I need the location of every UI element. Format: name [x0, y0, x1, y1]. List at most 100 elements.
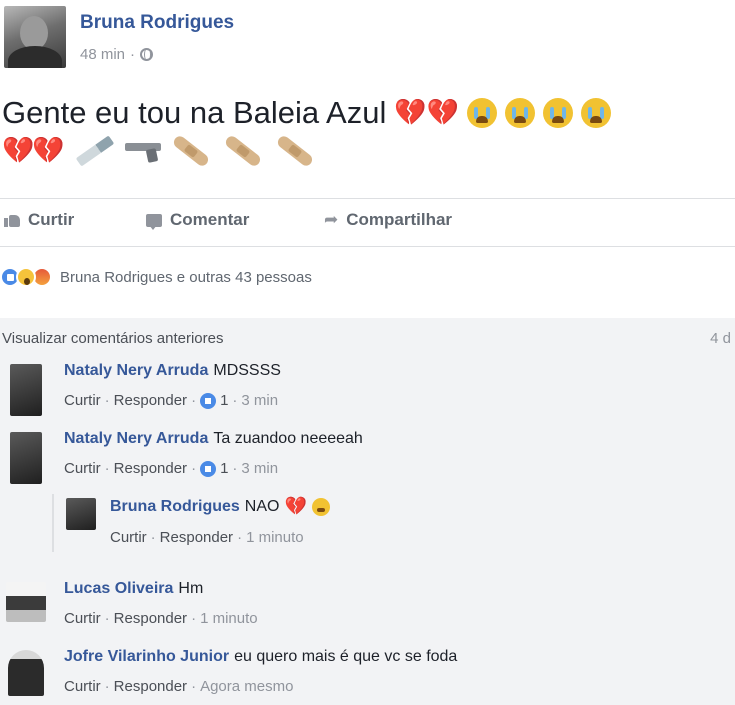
action-bar: Curtir Comentar ➦ Compartilhar	[0, 200, 735, 244]
comment-meta: Curtir · Responder · 1 · 3 min	[64, 392, 281, 409]
comment-text: Ta zuandoo neeeeah	[213, 430, 363, 447]
comment-meta: Curtir · Responder · 1 · 3 min	[64, 460, 363, 477]
meta-separator: ·	[104, 460, 110, 477]
crying-face-icon	[311, 497, 330, 516]
crying-face-icon	[543, 98, 574, 128]
like-button[interactable]: Curtir	[4, 210, 74, 230]
comment-line: Bruna Rodrigues NAO 💔	[110, 496, 330, 517]
post-text-content: Gente eu tou na Baleia Azul	[2, 95, 387, 130]
comment-reply-link[interactable]: Responder	[114, 460, 187, 477]
like-icon	[4, 213, 20, 227]
commenter-name[interactable]: Nataly Nery Arruda	[64, 362, 208, 380]
avatar-face	[20, 16, 48, 50]
crying-face-icon	[467, 98, 498, 128]
avatar-shoulders	[8, 46, 62, 68]
comment-time[interactable]: 1 minuto	[200, 610, 258, 627]
comment-line: Lucas Oliveira Hm	[64, 580, 258, 598]
reactions-text: Bruna Rodrigues e outras 43 pessoas	[60, 268, 312, 286]
comment-text: Hm	[178, 580, 204, 597]
comment-reply-link[interactable]: Responder	[160, 529, 233, 546]
comment-body: Nataly Nery Arruda MDSSSS Curtir · Respo…	[64, 362, 281, 409]
comment-time[interactable]: 1 minuto	[246, 529, 304, 546]
comment-meta: Curtir · Responder · 1 minuto	[64, 610, 258, 627]
comment-line: Nataly Nery Arruda MDSSSS	[64, 362, 281, 380]
meta-separator: ·	[191, 460, 197, 477]
commenter-avatar[interactable]	[10, 364, 42, 416]
comment-button[interactable]: Comentar	[146, 210, 249, 230]
reactions-summary[interactable]: Bruna Rodrigues e outras 43 pessoas	[0, 262, 312, 292]
author-avatar[interactable]	[4, 6, 66, 68]
comment-time[interactable]: 3 min	[241, 460, 278, 477]
syringe-icon	[75, 135, 115, 167]
comment-like-link[interactable]: Curtir	[64, 460, 101, 477]
comment-count: 4 d	[710, 330, 731, 347]
comment-text: eu quero mais é que vc se foda	[234, 648, 458, 665]
comment-like-link[interactable]: Curtir	[64, 678, 101, 695]
post-meta: 48 min ·	[80, 46, 154, 63]
comment-like-count[interactable]: 1	[220, 392, 228, 409]
commenter-avatar[interactable]	[66, 498, 96, 530]
meta-separator: ·	[130, 46, 136, 63]
commenter-name[interactable]: Lucas Oliveira	[64, 580, 173, 598]
post-time[interactable]: 48 min	[80, 46, 125, 63]
comment-line: Jofre Vilarinho Junior eu quero mais é q…	[64, 648, 457, 666]
share-label: Compartilhar	[346, 210, 453, 229]
meta-separator: ·	[191, 678, 197, 695]
broken-heart-icon: 💔	[426, 98, 460, 128]
broken-heart-icon: 💔	[394, 98, 427, 128]
meta-separator: ·	[104, 392, 110, 409]
divider	[0, 198, 735, 199]
comment-like-link[interactable]: Curtir	[64, 392, 101, 409]
post-text: Gente eu tou na Baleia Azul 💔 💔	[2, 95, 612, 131]
comment-meta: Curtir · Responder · 1 minuto	[110, 529, 330, 546]
comment-reply-link[interactable]: Responder	[114, 678, 187, 695]
wow-reaction-icon	[16, 267, 36, 287]
bandage-icon	[223, 133, 263, 169]
comment-body: Bruna Rodrigues NAO 💔 Curtir · Responder…	[110, 496, 330, 546]
comment-like-link[interactable]: Curtir	[110, 529, 147, 546]
commenter-avatar[interactable]	[6, 582, 46, 622]
comment-reply-link[interactable]: Responder	[114, 610, 187, 627]
like-reaction-icon	[200, 460, 217, 477]
crying-face-icon	[505, 98, 536, 128]
broken-heart-icon: 💔	[2, 136, 35, 166]
comment-like-link[interactable]: Curtir	[64, 610, 101, 627]
comment-time[interactable]: Agora mesmo	[200, 678, 293, 695]
commenter-avatar[interactable]	[8, 650, 44, 696]
comment-meta: Curtir · Responder · Agora mesmo	[64, 678, 457, 695]
bandage-icon	[275, 133, 315, 169]
like-reaction-icon	[200, 392, 217, 409]
comments-section: Visualizar comentários anteriores 4 d Na…	[0, 318, 735, 705]
view-previous-comments-link[interactable]: Visualizar comentários anteriores	[2, 330, 224, 347]
share-button[interactable]: ➦ Compartilhar	[324, 210, 452, 230]
post-card: Bruna Rodrigues 48 min · Gente eu tou na…	[0, 0, 735, 318]
post-emoji-row: 💔 💔	[2, 133, 319, 169]
comment-like-count[interactable]: 1	[220, 460, 228, 477]
share-icon: ➦	[324, 210, 339, 230]
bandage-icon	[171, 133, 211, 169]
meta-separator: ·	[237, 529, 243, 546]
meta-separator: ·	[104, 610, 110, 627]
broken-heart-icon: 💔	[32, 136, 65, 166]
meta-separator: ·	[191, 392, 197, 409]
meta-separator: ·	[104, 678, 110, 695]
divider	[0, 246, 735, 247]
broken-heart-icon: 💔	[284, 496, 307, 517]
comment-reply-link[interactable]: Responder	[114, 392, 187, 409]
like-label: Curtir	[28, 210, 75, 229]
commenter-name[interactable]: Bruna Rodrigues	[110, 498, 240, 516]
comment-text: NAO	[244, 497, 280, 515]
commenter-avatar[interactable]	[10, 432, 42, 484]
commenter-name[interactable]: Jofre Vilarinho Junior	[64, 648, 229, 666]
commenter-name[interactable]: Nataly Nery Arruda	[64, 430, 208, 448]
author-name[interactable]: Bruna Rodrigues	[80, 12, 234, 34]
globe-icon[interactable]	[140, 48, 154, 61]
meta-separator: ·	[150, 529, 156, 546]
comment-body: Nataly Nery Arruda Ta zuandoo neeeeah Cu…	[64, 430, 363, 477]
comment-line: Nataly Nery Arruda Ta zuandoo neeeeah	[64, 430, 363, 448]
comment-body: Jofre Vilarinho Junior eu quero mais é q…	[64, 648, 457, 695]
comment-label: Comentar	[170, 210, 250, 229]
post-header: Bruna Rodrigues 48 min ·	[0, 0, 735, 80]
comment-text: MDSSSS	[213, 362, 281, 379]
comment-time[interactable]: 3 min	[241, 392, 278, 409]
